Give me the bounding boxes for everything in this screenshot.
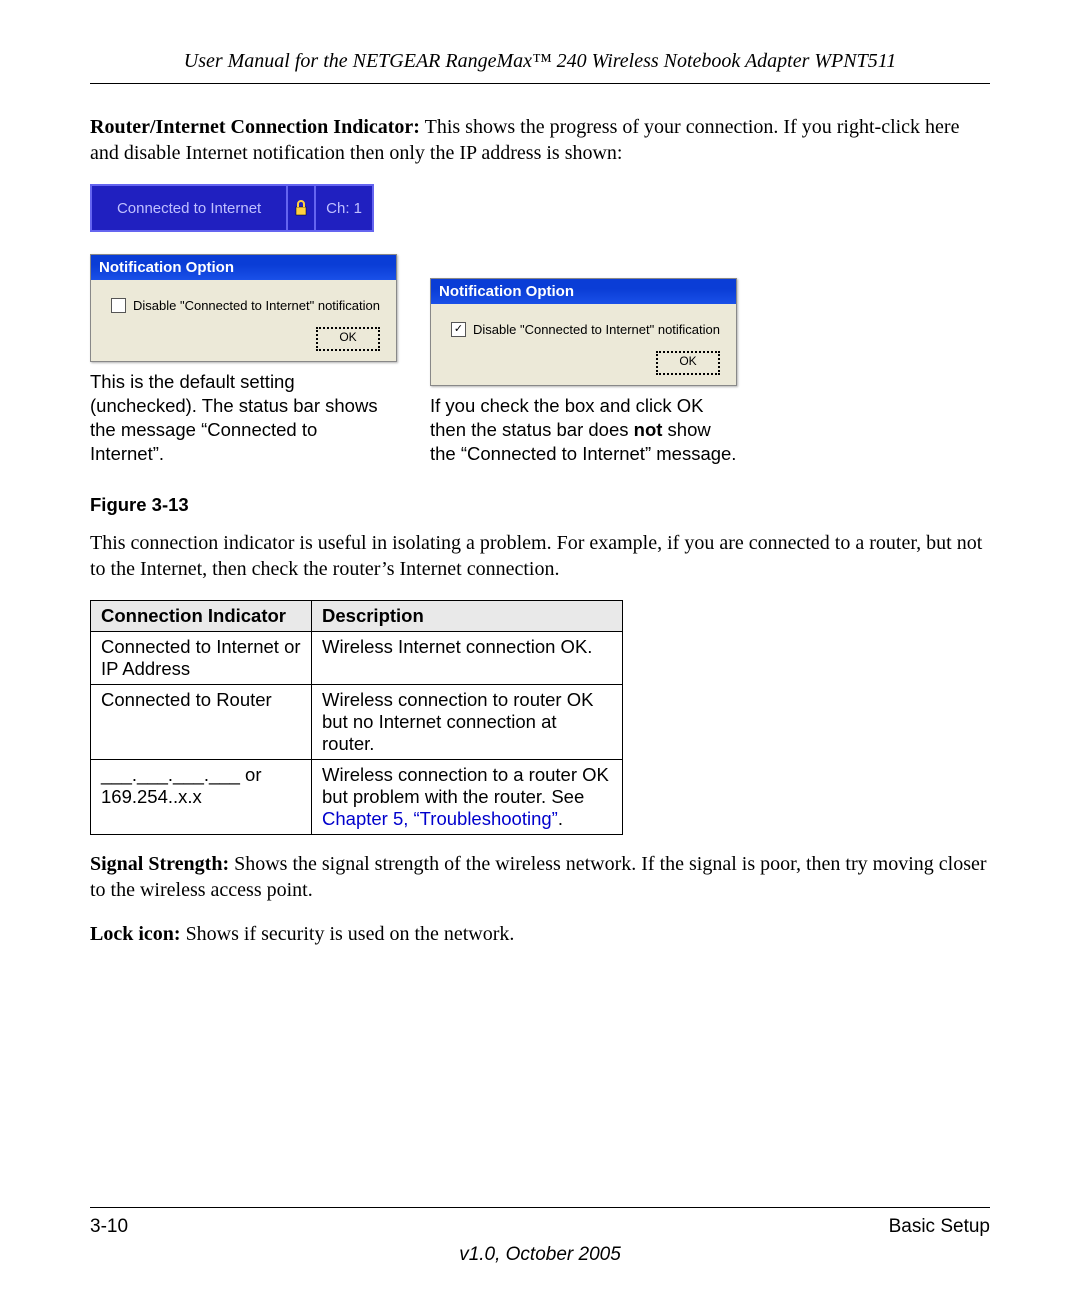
table-row: Connected to Router Wireless connection … (91, 685, 623, 760)
desc-post: . (558, 808, 563, 829)
rest-text: Shows if security is used on the network… (181, 923, 515, 945)
th-description: Description (312, 601, 623, 632)
ok-button[interactable]: OK (316, 327, 380, 351)
status-connected-cell: Connected to Internet (92, 186, 288, 230)
paragraph-lock-icon: Lock icon: Shows if security is used on … (90, 921, 990, 947)
status-bar: Connected to Internet Ch: 1 (90, 184, 374, 232)
table-row: ___.___.___.___ or 169.254..x.x Wireless… (91, 760, 623, 835)
cell-description: Wireless connection to router OK but no … (312, 685, 623, 760)
paragraph-useful: This connection indicator is useful in i… (90, 530, 990, 582)
lead-text: Signal Strength: (90, 853, 229, 875)
th-indicator: Connection Indicator (91, 601, 312, 632)
dialog-body: Disable "Connected to Internet" notifica… (91, 280, 396, 361)
figure-col-left: Connected to Internet Ch: 1 Notification… (90, 184, 395, 466)
figure-label: Figure 3-13 (90, 494, 990, 516)
caption-right: If you check the box and click OK then t… (430, 394, 740, 466)
paragraph-router-indicator: Router/Internet Connection Indicator: Th… (90, 114, 990, 166)
dialog-body: ✓ Disable "Connected to Internet" notifi… (431, 304, 736, 385)
figure-col-right: Notification Option ✓ Disable "Connected… (430, 278, 740, 466)
cell-description: Wireless Internet connection OK. (312, 632, 623, 685)
dialog-title: Notification Option (431, 279, 736, 304)
ok-button[interactable]: OK (656, 351, 720, 375)
cell-indicator: ___.___.___.___ or 169.254..x.x (91, 760, 312, 835)
section-name: Basic Setup (889, 1216, 990, 1238)
caption-left: This is the default setting (unchecked).… (90, 370, 395, 466)
troubleshooting-link[interactable]: Chapter 5, “Troubleshooting” (322, 808, 558, 829)
table-header-row: Connection Indicator Description (91, 601, 623, 632)
lock-icon (288, 186, 316, 230)
version-line: v1.0, October 2005 (0, 1244, 1080, 1266)
checkbox-row[interactable]: ✓ Disable "Connected to Internet" notifi… (451, 322, 726, 337)
lead-text: Lock icon: (90, 923, 181, 945)
table-row: Connected to Internet or IP Address Wire… (91, 632, 623, 685)
header-title: User Manual for the NETGEAR RangeMax™ 24… (184, 50, 897, 72)
cell-indicator: Connected to Internet or IP Address (91, 632, 312, 685)
cell-indicator: Connected to Router (91, 685, 312, 760)
notification-dialog-unchecked: Notification Option Disable "Connected t… (90, 254, 397, 362)
notification-dialog-checked: Notification Option ✓ Disable "Connected… (430, 278, 737, 386)
checkbox-row[interactable]: Disable "Connected to Internet" notifica… (111, 298, 386, 313)
page-footer: 3-10 Basic Setup (90, 1207, 990, 1238)
lead-text: Router/Internet Connection Indicator: (90, 116, 420, 138)
caption-right-b: not (634, 419, 663, 440)
figure-row: Connected to Internet Ch: 1 Notification… (90, 184, 990, 466)
status-connected-text: Connected to Internet (117, 200, 261, 217)
checkbox-label: Disable "Connected to Internet" notifica… (133, 298, 380, 313)
page-header: User Manual for the NETGEAR RangeMax™ 24… (90, 50, 990, 84)
page-number: 3-10 (90, 1216, 128, 1238)
connection-indicator-table: Connection Indicator Description Connect… (90, 600, 623, 835)
desc-pre: Wireless connection to a router OK but p… (322, 764, 609, 807)
checkbox-unchecked-icon[interactable] (111, 298, 126, 313)
checkbox-checked-icon[interactable]: ✓ (451, 322, 466, 337)
paragraph-signal-strength: Signal Strength: Shows the signal streng… (90, 851, 990, 903)
dialog-title: Notification Option (91, 255, 396, 280)
checkbox-label: Disable "Connected to Internet" notifica… (473, 322, 720, 337)
cell-description: Wireless connection to a router OK but p… (312, 760, 623, 835)
status-channel-text: Ch: 1 (326, 200, 362, 217)
status-channel-cell: Ch: 1 (316, 186, 372, 230)
